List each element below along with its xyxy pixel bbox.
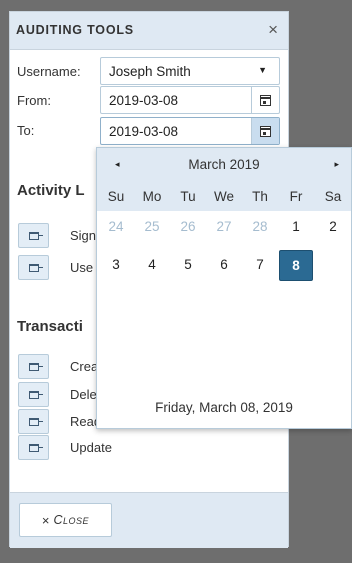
- from-date-field[interactable]: 2019-03-08: [100, 86, 280, 114]
- panel-title: AUDITING TOOLS: [16, 23, 134, 37]
- transaction-delete-button[interactable]: [18, 382, 49, 407]
- close-button[interactable]: × Close: [19, 503, 112, 537]
- transactions-title: Transacti: [17, 318, 83, 335]
- calendar-day[interactable]: 5: [171, 249, 205, 281]
- calendar-day[interactable]: 25: [135, 211, 169, 243]
- calendar-icon: [260, 125, 271, 137]
- from-calendar-button[interactable]: [251, 87, 279, 113]
- from-label: From:: [17, 93, 51, 108]
- activity-user-button[interactable]: [18, 255, 49, 280]
- weekday-label: Mo: [142, 189, 162, 204]
- weekday-label: Th: [252, 189, 268, 204]
- panel-footer: × Close: [10, 492, 288, 548]
- calendar-day[interactable]: 24: [99, 211, 133, 243]
- document-icon: [28, 362, 43, 371]
- to-calendar-button[interactable]: [251, 118, 279, 144]
- weekday-label: Su: [107, 189, 125, 204]
- activity-item-label: Sign: [70, 228, 97, 243]
- activity-log-title: Activity L: [17, 182, 85, 199]
- calendar-day[interactable]: 7: [243, 249, 277, 281]
- transaction-item-label: Dele: [70, 387, 97, 402]
- transaction-update-button[interactable]: [18, 435, 49, 460]
- close-label: Close: [53, 513, 90, 527]
- chevron-down-icon: ▼: [258, 65, 267, 75]
- to-label: To:: [17, 123, 35, 138]
- weekday-label: Fr: [289, 189, 303, 204]
- transaction-item-label: Crea: [70, 359, 99, 374]
- username-label: Username:: [17, 64, 81, 79]
- weekday-header-row: Su Mo Tu We Th Fr Sa: [97, 181, 351, 211]
- from-date-value: 2019-03-08: [109, 93, 179, 108]
- transaction-item-label: Update: [70, 440, 112, 455]
- date-picker-header: ◂ March 2019 ▸: [97, 148, 351, 181]
- calendar-day[interactable]: 27: [207, 211, 241, 243]
- document-icon: [28, 231, 43, 240]
- weekday-label: We: [213, 189, 234, 204]
- calendar-day[interactable]: 3: [99, 249, 133, 281]
- activity-item-label: Use: [70, 260, 94, 275]
- calendar-day[interactable]: 26: [171, 211, 205, 243]
- date-picker-month[interactable]: March 2019: [97, 157, 351, 172]
- document-icon: [28, 443, 43, 452]
- calendar-day[interactable]: 4: [135, 249, 169, 281]
- weekday-label: Tu: [180, 189, 196, 204]
- document-icon: [28, 417, 43, 426]
- activity-sign-button[interactable]: [18, 223, 49, 248]
- calendar-icon: [260, 94, 271, 106]
- weekday-label: Sa: [324, 189, 342, 204]
- document-icon: [28, 263, 43, 272]
- to-date-value: 2019-03-08: [109, 124, 179, 139]
- date-picker-popup: ◂ March 2019 ▸ Su Mo Tu We Th Fr Sa 24 25 26 27 28…: [96, 147, 352, 429]
- calendar-day[interactable]: 6: [207, 249, 241, 281]
- calendar-day[interactable]: 28: [243, 211, 277, 243]
- document-icon: [28, 390, 43, 399]
- close-icon[interactable]: ×: [268, 20, 278, 40]
- calendar-day-selected[interactable]: 8: [279, 250, 313, 281]
- calendar-day[interactable]: 2: [316, 211, 350, 243]
- transaction-create-button[interactable]: [18, 354, 49, 379]
- username-value: Joseph Smith: [109, 64, 191, 79]
- calendar-day[interactable]: 1: [279, 211, 313, 243]
- to-date-field[interactable]: 2019-03-08: [100, 117, 280, 145]
- close-icon: ×: [41, 512, 50, 528]
- chevron-right-icon[interactable]: ▸: [334, 159, 339, 170]
- panel-header: AUDITING TOOLS ×: [10, 12, 288, 50]
- date-picker-today[interactable]: Friday, March 08, 2019: [97, 400, 351, 415]
- transaction-read-button[interactable]: [18, 409, 49, 434]
- username-select[interactable]: Joseph Smith ▼: [100, 57, 280, 85]
